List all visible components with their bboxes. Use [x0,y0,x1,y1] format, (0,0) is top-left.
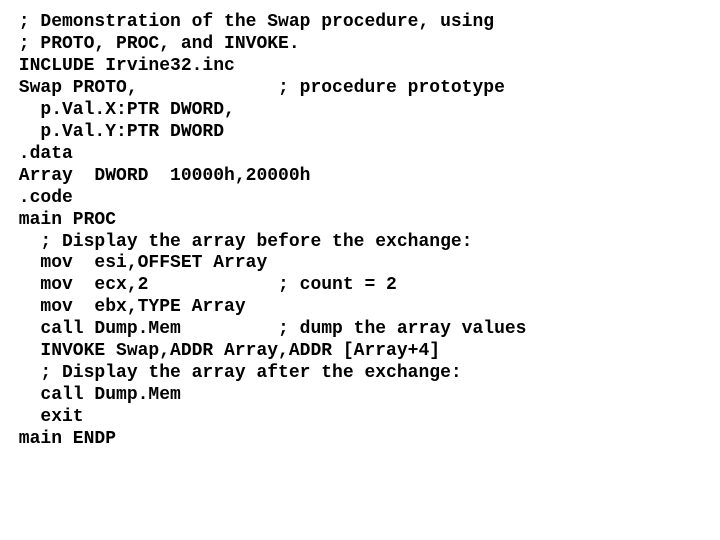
code-line: mov esi,OFFSET Array [8,253,267,273]
code-line: main ENDP [8,429,116,449]
code-line: p.Val.Y:PTR DWORD [8,122,224,142]
code-block: ; Demonstration of the Swap procedure, u… [0,0,720,459]
code-line: ; PROTO, PROC, and INVOKE. [8,34,300,54]
code-line: main PROC [8,210,116,230]
code-line: .data [8,144,73,164]
code-line: mov ebx,TYPE Array [8,297,246,317]
code-line: mov ecx,2 ; count = 2 [8,275,397,295]
code-line: ; Display the array after the exchange: [8,363,462,383]
code-line: INCLUDE Irvine32.inc [8,56,235,76]
code-line: ; Display the array before the exchange: [8,232,472,252]
code-line: Swap PROTO, ; procedure prototype [8,78,505,98]
code-line: exit [8,407,84,427]
code-line: Array DWORD 10000h,20000h [8,166,310,186]
code-line: .code [8,188,73,208]
code-line: call Dump.Mem ; dump the array values [8,319,526,339]
code-line: call Dump.Mem [8,385,181,405]
code-line: p.Val.X:PTR DWORD, [8,100,235,120]
code-line: INVOKE Swap,ADDR Array,ADDR [Array+4] [8,341,440,361]
code-line: ; Demonstration of the Swap procedure, u… [8,12,494,32]
